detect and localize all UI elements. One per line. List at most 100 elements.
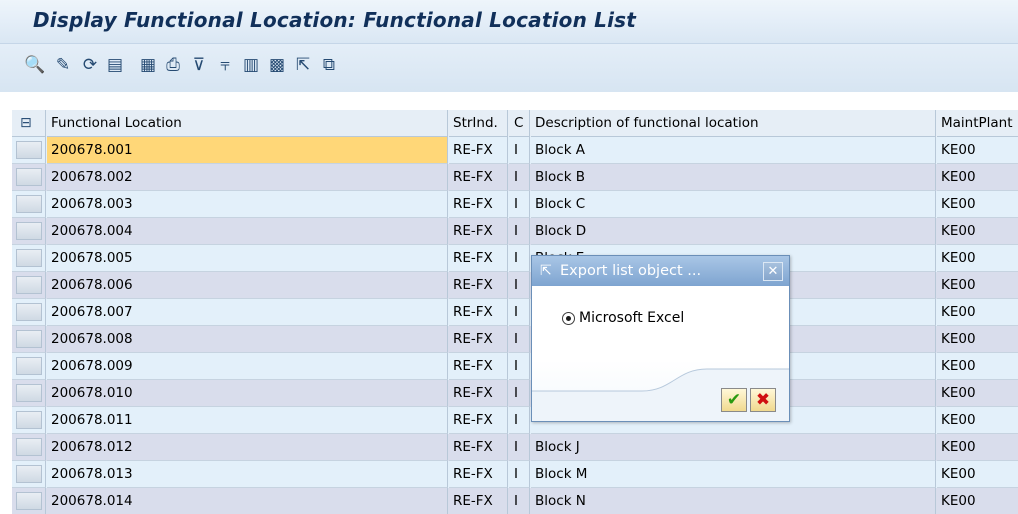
column-header-maint-plant[interactable]: MaintPlant xyxy=(937,110,1018,137)
functional-location-cell[interactable]: 200678.013 xyxy=(47,461,448,488)
table-row[interactable]: 200678.001 RE-FX I Block A KE00 xyxy=(12,137,1018,164)
calculator-icon[interactable]: ▩ xyxy=(266,54,288,76)
maint-plant-cell[interactable]: KE00 xyxy=(937,218,1018,245)
table-row[interactable]: 200678.009 RE-FX I KE00 xyxy=(12,353,1018,380)
structure-indicator-cell[interactable]: RE-FX xyxy=(449,434,508,461)
category-cell[interactable]: I xyxy=(509,272,530,299)
row-selector[interactable] xyxy=(12,461,46,488)
description-cell[interactable]: Block J xyxy=(531,434,936,461)
export-icon[interactable]: ⇱ xyxy=(292,54,314,76)
row-selector[interactable] xyxy=(12,353,46,380)
print-icon[interactable]: ⎙ xyxy=(162,54,184,76)
maint-plant-cell[interactable]: KE00 xyxy=(937,488,1018,514)
structure-indicator-cell[interactable]: RE-FX xyxy=(449,461,508,488)
row-select-button[interactable] xyxy=(16,303,42,321)
table-row[interactable]: 200678.007 RE-FX I KE00 xyxy=(12,299,1018,326)
sort-icon[interactable]: ⊽ xyxy=(188,54,210,76)
column-header-description[interactable]: Description of functional location xyxy=(531,110,936,137)
row-select-button[interactable] xyxy=(16,141,42,159)
table-row[interactable]: 200678.012 RE-FX I Block J KE00 xyxy=(12,434,1018,461)
row-select-button[interactable] xyxy=(16,276,42,294)
table-row[interactable]: 200678.003 RE-FX I Block C KE00 xyxy=(12,191,1018,218)
confirm-button[interactable]: ✔ xyxy=(721,388,747,412)
close-icon[interactable]: ✕ xyxy=(763,262,783,281)
radio-button-selected[interactable] xyxy=(562,311,575,325)
category-cell[interactable]: I xyxy=(509,299,530,326)
functional-location-cell[interactable]: 200678.002 xyxy=(47,164,448,191)
layout-icon[interactable]: ▤ xyxy=(104,54,126,76)
structure-indicator-cell[interactable]: RE-FX xyxy=(449,407,508,434)
row-select-button[interactable] xyxy=(16,249,42,267)
row-selector[interactable] xyxy=(12,245,46,272)
category-cell[interactable]: I xyxy=(509,164,530,191)
structure-indicator-cell[interactable]: RE-FX xyxy=(449,164,508,191)
row-selector[interactable] xyxy=(12,272,46,299)
table-row[interactable]: 200678.014 RE-FX I Block N KE00 xyxy=(12,488,1018,514)
table-row[interactable]: 200678.002 RE-FX I Block B KE00 xyxy=(12,164,1018,191)
description-cell[interactable]: Block C xyxy=(531,191,936,218)
select-icon[interactable]: ✎ xyxy=(52,54,74,76)
row-selector[interactable] xyxy=(12,434,46,461)
row-selector[interactable] xyxy=(12,380,46,407)
structure-indicator-cell[interactable]: RE-FX xyxy=(449,353,508,380)
structure-indicator-cell[interactable]: RE-FX xyxy=(449,380,508,407)
maint-plant-cell[interactable]: KE00 xyxy=(937,137,1018,164)
column-header-category[interactable]: C xyxy=(509,110,530,137)
row-select-button[interactable] xyxy=(16,492,42,510)
row-selector[interactable] xyxy=(12,218,46,245)
description-cell[interactable]: Block B xyxy=(531,164,936,191)
cancel-button[interactable]: ✖ xyxy=(750,388,776,412)
table-row[interactable]: 200678.006 RE-FX I KE00 xyxy=(12,272,1018,299)
category-cell[interactable]: I xyxy=(509,488,530,514)
functional-location-cell[interactable]: 200678.006 xyxy=(47,272,448,299)
category-cell[interactable]: I xyxy=(509,137,530,164)
row-select-button[interactable] xyxy=(16,384,42,402)
description-cell[interactable]: Block D xyxy=(531,218,936,245)
category-cell[interactable]: I xyxy=(509,461,530,488)
table-row[interactable]: 200678.008 RE-FX I KE00 xyxy=(12,326,1018,353)
column-header-functional-location[interactable]: Functional Location xyxy=(47,110,448,137)
maint-plant-cell[interactable]: KE00 xyxy=(937,272,1018,299)
row-select-button[interactable] xyxy=(16,168,42,186)
row-select-button[interactable] xyxy=(16,465,42,483)
graphic-icon[interactable]: ▥ xyxy=(240,54,262,76)
category-cell[interactable]: I xyxy=(509,191,530,218)
functional-location-cell[interactable]: 200678.011 xyxy=(47,407,448,434)
choose-layout-icon[interactable]: ▦ xyxy=(137,54,159,76)
row-selector[interactable] xyxy=(12,488,46,514)
structure-indicator-cell[interactable]: RE-FX xyxy=(449,488,508,514)
maint-plant-cell[interactable]: KE00 xyxy=(937,326,1018,353)
row-select-button[interactable] xyxy=(16,195,42,213)
structure-indicator-cell[interactable]: RE-FX xyxy=(449,299,508,326)
row-selector[interactable] xyxy=(12,164,46,191)
microsoft-excel-option[interactable]: Microsoft Excel xyxy=(562,309,684,327)
structure-indicator-cell[interactable]: RE-FX xyxy=(449,218,508,245)
category-cell[interactable]: I xyxy=(509,326,530,353)
row-selector[interactable] xyxy=(12,299,46,326)
copy-icon[interactable]: ⧉ xyxy=(318,54,340,76)
category-cell[interactable]: I xyxy=(509,218,530,245)
maint-plant-cell[interactable]: KE00 xyxy=(937,245,1018,272)
structure-indicator-cell[interactable]: RE-FX xyxy=(449,272,508,299)
maint-plant-cell[interactable]: KE00 xyxy=(937,407,1018,434)
functional-location-cell[interactable]: 200678.005 xyxy=(47,245,448,272)
column-header-structure-indicator[interactable]: StrInd. xyxy=(449,110,508,137)
functional-location-cell[interactable]: 200678.010 xyxy=(47,380,448,407)
maint-plant-cell[interactable]: KE00 xyxy=(937,191,1018,218)
details-icon[interactable]: 🔍 xyxy=(24,54,46,76)
functional-location-cell[interactable]: 200678.004 xyxy=(47,218,448,245)
functional-location-cell[interactable]: 200678.003 xyxy=(47,191,448,218)
functional-location-cell[interactable]: 200678.007 xyxy=(47,299,448,326)
category-cell[interactable]: I xyxy=(509,353,530,380)
row-select-button[interactable] xyxy=(16,330,42,348)
table-row[interactable]: 200678.013 RE-FX I Block M KE00 xyxy=(12,461,1018,488)
row-select-button[interactable] xyxy=(16,357,42,375)
description-cell[interactable]: Block N xyxy=(531,488,936,514)
category-cell[interactable]: I xyxy=(509,407,530,434)
category-cell[interactable]: I xyxy=(509,434,530,461)
functional-location-cell[interactable]: 200678.014 xyxy=(47,488,448,514)
row-select-button[interactable] xyxy=(16,411,42,429)
structure-indicator-cell[interactable]: RE-FX xyxy=(449,191,508,218)
maint-plant-cell[interactable]: KE00 xyxy=(937,164,1018,191)
maint-plant-cell[interactable]: KE00 xyxy=(937,461,1018,488)
